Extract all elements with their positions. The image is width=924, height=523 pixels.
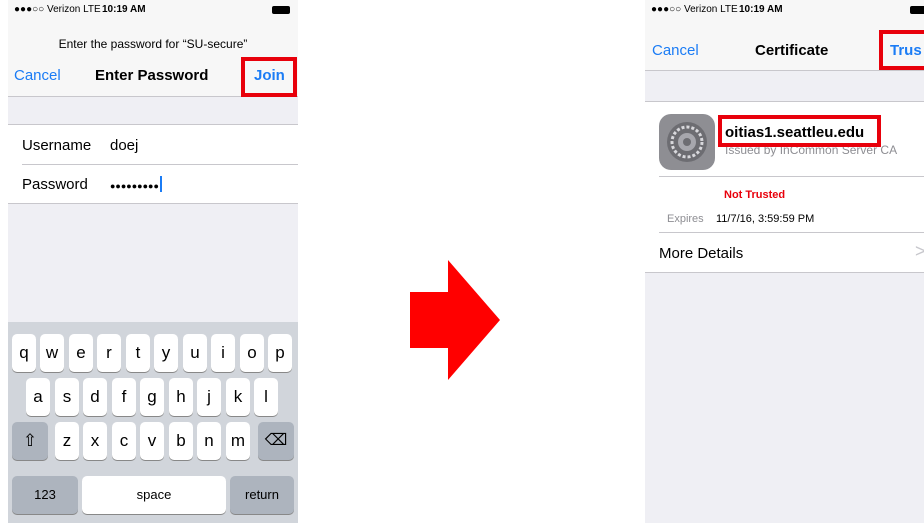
key-i[interactable]: i [211,334,235,372]
right-arrow-icon [410,260,500,380]
password-label: Password [22,176,88,193]
keyboard: q w e r t y u i o p a s d f g h j k l ⇧ … [8,322,298,523]
key-c[interactable]: c [112,422,136,460]
password-field[interactable]: ●●●●●●●●● [110,176,162,193]
status-bar: ●●●○○ Verizon LTE 10:19 AM [8,0,298,20]
hostname-highlight-box [718,115,881,147]
settings-gear-icon [659,114,715,170]
key-q[interactable]: q [12,334,36,372]
trust-highlight-box [879,30,924,70]
key-y[interactable]: y [154,334,178,372]
key-k[interactable]: k [226,378,250,416]
cancel-button[interactable]: Cancel [652,42,699,59]
shift-key[interactable]: ⇧ [12,422,48,460]
carrier-label: ●●●○○ Verizon LTE [651,4,738,15]
numbers-key[interactable]: 123 [12,476,78,514]
chevron-right-icon: > [915,241,924,261]
divider [659,232,924,233]
gear-glyph [667,122,707,162]
key-f[interactable]: f [112,378,136,416]
join-highlight-box [241,57,297,97]
key-m[interactable]: m [226,422,250,460]
battery-icon [910,6,924,14]
divider [659,176,924,177]
username-field[interactable]: doej [110,137,138,154]
key-p[interactable]: p [268,334,292,372]
key-u[interactable]: u [183,334,207,372]
key-s[interactable]: s [55,378,79,416]
key-w[interactable]: w [40,334,64,372]
network-prompt: Enter the password for “SU-secure” [58,37,248,51]
key-b[interactable]: b [169,422,193,460]
key-a[interactable]: a [26,378,50,416]
delete-key[interactable]: ⌫ [258,422,294,460]
key-z[interactable]: z [55,422,79,460]
key-o[interactable]: o [240,334,264,372]
return-key[interactable]: return [230,476,294,514]
left-phone-screen: ●●●○○ Verizon LTE 10:19 AM Enter the pas… [8,0,298,523]
key-j[interactable]: j [197,378,221,416]
key-g[interactable]: g [140,378,164,416]
clock: 10:19 AM [739,4,783,15]
key-x[interactable]: x [83,422,107,460]
key-d[interactable]: d [83,378,107,416]
key-n[interactable]: n [197,422,221,460]
space-key[interactable]: space [82,476,226,514]
status-bar: ●●●○○ Verizon LTE 10:19 AM [645,0,924,20]
text-cursor [159,176,162,192]
password-row[interactable]: Password ●●●●●●●●● [8,164,298,203]
carrier-label: ●●●○○ Verizon LTE [14,4,101,15]
key-e[interactable]: e [69,334,93,372]
key-l[interactable]: l [254,378,278,416]
key-h[interactable]: h [169,378,193,416]
key-t[interactable]: t [126,334,150,372]
right-phone-screen: ●●●○○ Verizon LTE 10:19 AM Cancel Certif… [645,0,924,523]
key-r[interactable]: r [97,334,121,372]
expires-value: 11/7/16, 3:59:59 PM [716,213,815,225]
cancel-button[interactable]: Cancel [14,67,61,84]
more-details-row[interactable]: More Details [659,245,743,262]
username-label: Username [22,137,92,154]
trust-status: Not Trusted [724,189,786,201]
page-title: Enter Password [95,67,209,84]
page-title: Certificate [755,42,829,59]
credentials-form: Username doej Password ●●●●●●●●● [8,124,298,204]
expires-label: Expires [667,213,704,225]
key-v[interactable]: v [140,422,164,460]
clock: 10:19 AM [102,4,146,15]
username-row[interactable]: Username doej [8,125,298,164]
password-dots: ●●●●●●●●● [110,181,159,191]
battery-icon [272,6,290,14]
